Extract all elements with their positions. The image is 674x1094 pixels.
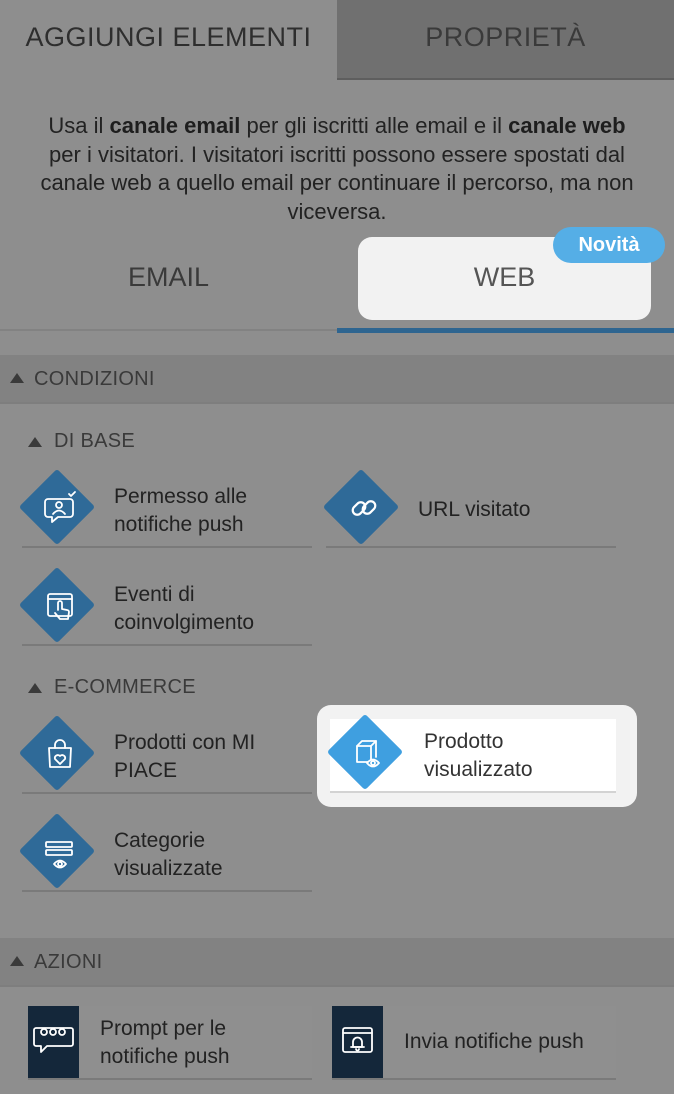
action-icon-box — [28, 1006, 79, 1078]
tab-properties[interactable]: PROPRIETÀ — [337, 0, 674, 80]
condition-liked-products[interactable]: Prodotti con MI PIACE — [18, 714, 312, 794]
tab-add-elements-label: AGGIUNGI ELEMENTI — [25, 22, 312, 52]
condition-label: Prodotto visualizzato — [424, 730, 533, 781]
subsection-basic-label: DI BASE — [54, 430, 136, 452]
section-conditions-label: CONDIZIONI — [34, 368, 155, 390]
section-divider — [0, 402, 674, 404]
collapse-triangle-icon — [28, 437, 42, 447]
tab-properties-label: PROPRIETÀ — [425, 22, 586, 52]
condition-engagement-events[interactable]: Eventi di coinvolgimento — [18, 566, 312, 646]
channel-active-indicator — [337, 328, 674, 333]
channel-email-label: EMAIL — [127, 262, 210, 292]
condition-product-viewed-inner: Prodotto visualizzato — [326, 713, 616, 793]
channel-web-label: WEB — [473, 262, 536, 292]
condition-url-visited[interactable]: URL visitato — [322, 468, 616, 548]
subsection-ecommerce-label: E-COMMERCE — [54, 676, 196, 698]
chat-dots-icon — [33, 1027, 74, 1053]
action-icon-box — [332, 1006, 383, 1078]
box-eye-icon — [356, 740, 380, 768]
collapse-triangle-icon — [28, 683, 42, 693]
channel-info-text: Usa il canale email per gli iscritti all… — [40, 113, 634, 224]
chat-user-check-icon — [44, 491, 76, 523]
condition-label: Prodotti con MI PIACE — [114, 731, 256, 782]
collapse-triangle-icon — [10, 956, 24, 966]
collapse-triangle-icon — [10, 373, 24, 383]
new-badge: Novità — [553, 227, 665, 263]
action-send-push[interactable]: Invia notifiche push — [332, 1006, 616, 1080]
condition-categories-viewed[interactable]: Categorie visualizzate — [18, 812, 312, 892]
section-actions-header[interactable]: AZIONI — [0, 938, 674, 985]
tap-hand-icon — [47, 593, 73, 620]
action-push-prompt[interactable]: Prompt per le notifiche push — [28, 1006, 312, 1080]
browser-bell-icon — [342, 1027, 373, 1053]
link-icon — [351, 500, 377, 516]
bag-heart-icon — [48, 739, 72, 768]
action-label: Prompt per le notifiche push — [100, 1017, 230, 1068]
condition-label: Eventi di coinvolgimento — [114, 583, 255, 634]
section-divider — [0, 985, 674, 987]
section-actions-label: AZIONI — [34, 951, 103, 973]
list-eye-icon — [45, 841, 73, 869]
condition-label: URL visitato — [418, 498, 531, 521]
action-label: Invia notifiche push — [404, 1030, 584, 1053]
condition-push-permission[interactable]: Permesso alle notifiche push — [18, 468, 312, 548]
condition-product-viewed[interactable]: Prodotto visualizzato — [317, 705, 637, 807]
section-conditions-header[interactable]: CONDIZIONI — [0, 355, 674, 402]
tab-add-elements[interactable]: AGGIUNGI ELEMENTI — [0, 0, 337, 80]
channel-email-tab[interactable]: EMAIL — [0, 240, 337, 332]
condition-label: Permesso alle notifiche push — [114, 485, 248, 536]
condition-label: Categorie visualizzate — [114, 829, 223, 880]
channel-divider — [0, 329, 337, 331]
